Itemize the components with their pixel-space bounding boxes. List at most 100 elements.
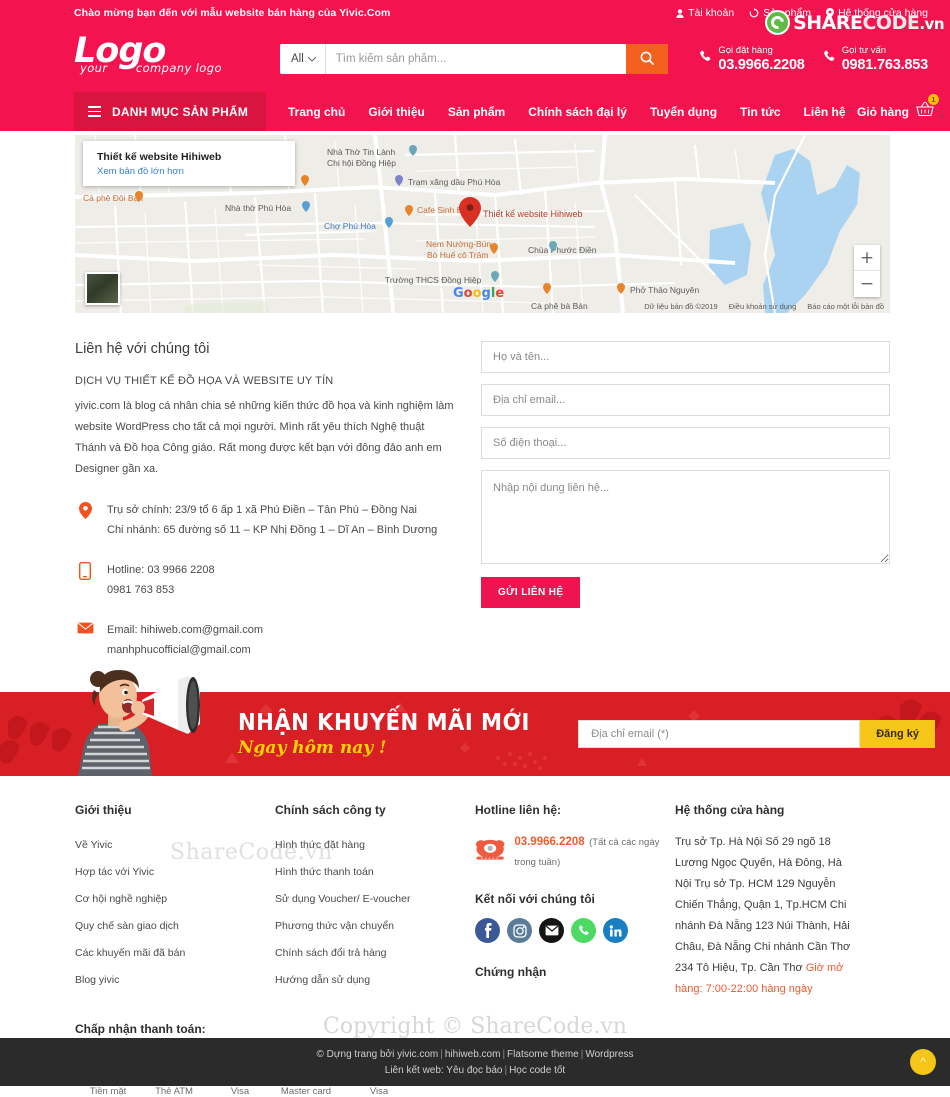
instagram-icon[interactable] (507, 918, 532, 943)
contact-form: GỬI LIÊN HỆ (481, 341, 890, 660)
footer-link-blog[interactable]: Blog yivic (75, 967, 261, 994)
footer-link-returns[interactable]: Chính sách đổi trả hàng (275, 940, 461, 967)
welcome-message: Chào mừng bạn đến với mẫu website bán hà… (74, 7, 391, 19)
footer-link-careers[interactable]: Cơ hội nghề nghiệp (75, 886, 261, 913)
search-input[interactable] (325, 44, 626, 74)
footer-link-partner[interactable]: Hợp tác với Yivic (75, 859, 261, 886)
navigation-bar: DANH MỤC SẢN PHẨM Trang chủ Giới thiệu S… (0, 92, 950, 131)
footer-link-about-yivic[interactable]: Về Yivic (75, 832, 261, 859)
credit-wordpress: Wordpress (585, 1048, 634, 1060)
main-header: Logo your company logo All Gọi đ (0, 26, 950, 92)
map-satellite-thumbnail[interactable] (85, 272, 120, 305)
credit-yivic: © Dựng trang bởi yivic.com (316, 1048, 439, 1060)
contact-email-secondary: manhphucofficial@gmail.com (107, 644, 251, 656)
payment-method-mastercard-label: Master card (280, 1086, 332, 1097)
payment-methods-title: Chấp nhận thanh toán: (75, 1022, 206, 1036)
nav-item-products[interactable]: Sản phẩm (448, 105, 505, 119)
nav-item-news[interactable]: Tin tức (740, 105, 780, 119)
nav-item-recruitment[interactable]: Tuyển dụng (650, 105, 717, 119)
logo-sub-text: your company logo (80, 61, 274, 75)
search-button[interactable] (626, 44, 668, 74)
contact-hotline: Hotline: 03 9966 2208 (107, 564, 215, 576)
map-label-poi: Nhà thờ Phú Hòa (225, 203, 292, 213)
footer-hotline-number[interactable]: 03.9966.2208 (514, 836, 584, 848)
footer-link-voucher[interactable]: Sử dụng Voucher/ E-voucher (275, 886, 461, 913)
map-main-marker-icon[interactable] (459, 197, 481, 227)
weblink-yeudocbao[interactable]: Liên kết web: Yêu đọc báo (385, 1065, 503, 1076)
newsletter-banner: NHẬN KHUYẾN MÃI MỚI Ngay hôm nay ! Đăng … (0, 670, 950, 776)
chevron-up-icon: ^ (920, 1056, 926, 1068)
message-field[interactable] (481, 470, 890, 564)
contact-email-row: Email: hihiweb.com@gmail.com manhphucoff… (75, 620, 455, 660)
map-poi-pin (617, 283, 625, 294)
map-main-marker-label: Thiết kế website Hihiweb (483, 209, 583, 219)
nav-item-home[interactable]: Trang chủ (288, 105, 345, 119)
footer-column-stores: Hệ thống cửa hàng Trụ sở Tp. Hà Nội Số 2… (675, 803, 871, 1000)
contact-info-column: Liên hệ với chúng tôi DỊCH VỤ THIẾT KẾ Đ… (75, 341, 455, 660)
footer-link-promotions-sold[interactable]: Các khuyến mãi đã bán (75, 940, 261, 967)
footer-stores-body: Trụ sở Tp. Hà Nội Số 29 ngõ 18 Lương Ngọ… (675, 832, 857, 1000)
contact-address-branch: Chi nhánh: 65 đường số 11 – KP Nhị Đồng … (107, 524, 438, 536)
newsletter-subtitle: Ngay hôm nay ! (238, 738, 387, 758)
footer-connect-title: Kết nối với chúng tôi (475, 892, 595, 906)
footer-column-about: Giới thiệu Về Yivic Hợp tác với Yivic Cơ… (75, 803, 275, 1000)
contact-description: yivic.com là blog cá nhân chia sẻ những … (75, 400, 454, 475)
map-label-poi: Chùa Phước Điền (528, 245, 597, 255)
map-info-window[interactable]: Thiết kế website Hihiweb Xem bản đồ lớn … (83, 141, 295, 186)
hotline-consult[interactable]: Gọi tư vấn 0981.763.853 (823, 45, 928, 73)
email-field[interactable] (481, 384, 890, 416)
footer-column-hotline: Hotline liên hệ: 03.9966.2208 (Tất cả cá… (475, 803, 675, 1000)
map-zoom-in-button[interactable]: + (854, 245, 880, 271)
nav-item-about[interactable]: Giới thiệu (368, 105, 425, 119)
header-hotlines: Gọi đặt hàng 03.9966.2208 Gọi tư vấn 098… (699, 45, 938, 73)
map-label-poi: Trường THCS Đồng Hiệp (385, 275, 482, 285)
nav-item-agency-policy[interactable]: Chính sách đại lý (528, 105, 627, 119)
payment-method-visa-label: Visa (230, 1086, 250, 1097)
sharecode-text-share: SHARE (793, 11, 863, 34)
map-label-poi: Bò Huế cô Trâm (427, 250, 489, 260)
sharecode-text-vn: .vn (919, 14, 944, 33)
phone-field[interactable] (481, 427, 890, 459)
hotline-order-number: 03.9966.2208 (718, 57, 805, 73)
site-logo[interactable]: Logo your company logo (74, 33, 274, 85)
map-view-larger-link[interactable]: Xem bản đồ lớn hơn (97, 166, 267, 177)
search-category-label: All (291, 53, 304, 65)
nav-item-contact[interactable]: Liên hệ (804, 105, 846, 119)
map-poi-pin (135, 191, 143, 202)
credit-hihiweb[interactable]: hihiweb.com (445, 1049, 501, 1060)
bottom-bar: © Dựng trang bởi yivic.com | hihiweb.com | F… (0, 1038, 950, 1086)
footer-link-order-methods[interactable]: Hình thức đặt hàng (275, 832, 461, 859)
map-credit-report[interactable]: Báo cáo một lỗi bản đồ (807, 302, 884, 311)
contact-heading: Liên hệ với chúng tôi (75, 341, 210, 357)
search-category-dropdown[interactable]: All (280, 44, 326, 74)
footer-link-marketplace-rules[interactable]: Quy chế sàn giao dịch (75, 913, 261, 940)
map-label-poi: Cà phê Đôi Bạn (83, 193, 144, 203)
footer-stores-title: Hệ thống cửa hàng (675, 803, 785, 817)
google-map[interactable]: Thiết kế website Hihiweb Xem bản đồ lớn … (75, 135, 890, 313)
location-pin-icon (75, 500, 95, 519)
footer-link-payment-methods[interactable]: Hình thức thanh toán (275, 859, 461, 886)
footer-link-shipping[interactable]: Phương thức vận chuyển (275, 913, 461, 940)
map-zoom-out-button[interactable]: − (854, 271, 880, 297)
newsletter-email-input[interactable] (578, 720, 861, 748)
submit-contact-button[interactable]: GỬI LIÊN HỆ (481, 577, 581, 608)
name-field[interactable] (481, 341, 890, 373)
contact-section: Liên hệ với chúng tôi DỊCH VỤ THIẾT KẾ Đ… (0, 313, 950, 660)
linkedin-icon[interactable] (603, 918, 628, 943)
footer-column-policy: Chính sách công ty Hình thức đặt hàng Hì… (275, 803, 475, 1000)
map-credit-terms[interactable]: Điều khoản sử dụng (729, 302, 797, 311)
weblink-hoccodetot[interactable]: Học code tốt (509, 1065, 565, 1076)
hotline-order[interactable]: Gọi đặt hàng 03.9966.2208 (699, 45, 805, 73)
footer-hotline-title: Hotline liên hệ: (475, 803, 562, 817)
map-label-poi: Nem Nướng-Bún (426, 239, 492, 249)
phone-call-icon[interactable] (571, 918, 596, 943)
newsletter-form: Đăng ký (578, 720, 936, 748)
cart-button[interactable]: Giỏ hàng 1 (857, 92, 939, 131)
email-icon[interactable] (539, 918, 564, 943)
footer-link-user-guide[interactable]: Hướng dẫn sử dụng (275, 967, 461, 994)
topbar-link-account[interactable]: Tài khoản (676, 7, 734, 19)
product-category-menu-button[interactable]: DANH MỤC SẢN PHẨM (74, 92, 266, 131)
facebook-icon[interactable] (475, 918, 500, 943)
scroll-to-top-button[interactable]: ^ (910, 1049, 936, 1075)
newsletter-subscribe-button[interactable]: Đăng ký (860, 720, 936, 748)
